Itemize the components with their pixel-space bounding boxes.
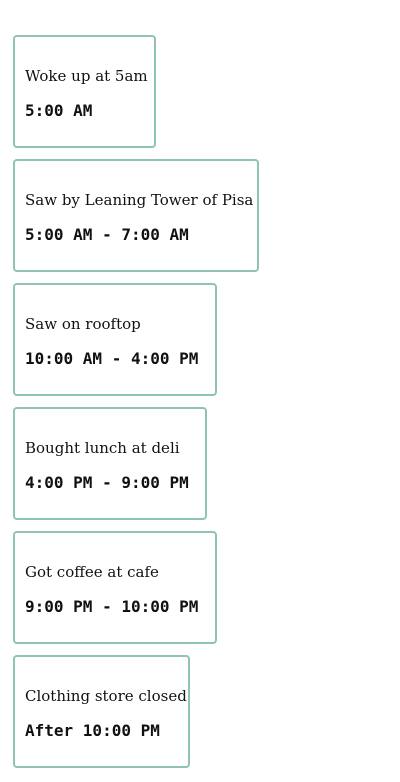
event-time: 10:00 AM - 4:00 PM [25, 349, 199, 368]
event-time: 9:00 PM - 10:00 PM [25, 597, 199, 616]
event-card: Got coffee at cafe 9:00 PM - 10:00 PM [13, 531, 217, 644]
event-title: Saw by Leaning Tower of Pisa [25, 191, 254, 209]
event-title: Clothing store closed [25, 687, 187, 705]
event-card: Clothing store closed After 10:00 PM [13, 655, 190, 768]
event-time: 4:00 PM - 9:00 PM [25, 473, 189, 492]
event-time: 5:00 AM [25, 101, 93, 120]
event-time: 5:00 AM - 7:00 AM [25, 225, 189, 244]
event-title: Bought lunch at deli [25, 439, 180, 457]
event-card: Woke up at 5am 5:00 AM [13, 35, 156, 148]
event-card: Bought lunch at deli 4:00 PM - 9:00 PM [13, 407, 207, 520]
event-title: Saw on rooftop [25, 315, 141, 333]
event-title: Woke up at 5am [25, 67, 148, 85]
event-card: Saw on rooftop 10:00 AM - 4:00 PM [13, 283, 217, 396]
event-time: After 10:00 PM [25, 721, 160, 740]
event-card: Saw by Leaning Tower of Pisa 5:00 AM - 7… [13, 159, 259, 272]
event-title: Got coffee at cafe [25, 563, 159, 581]
